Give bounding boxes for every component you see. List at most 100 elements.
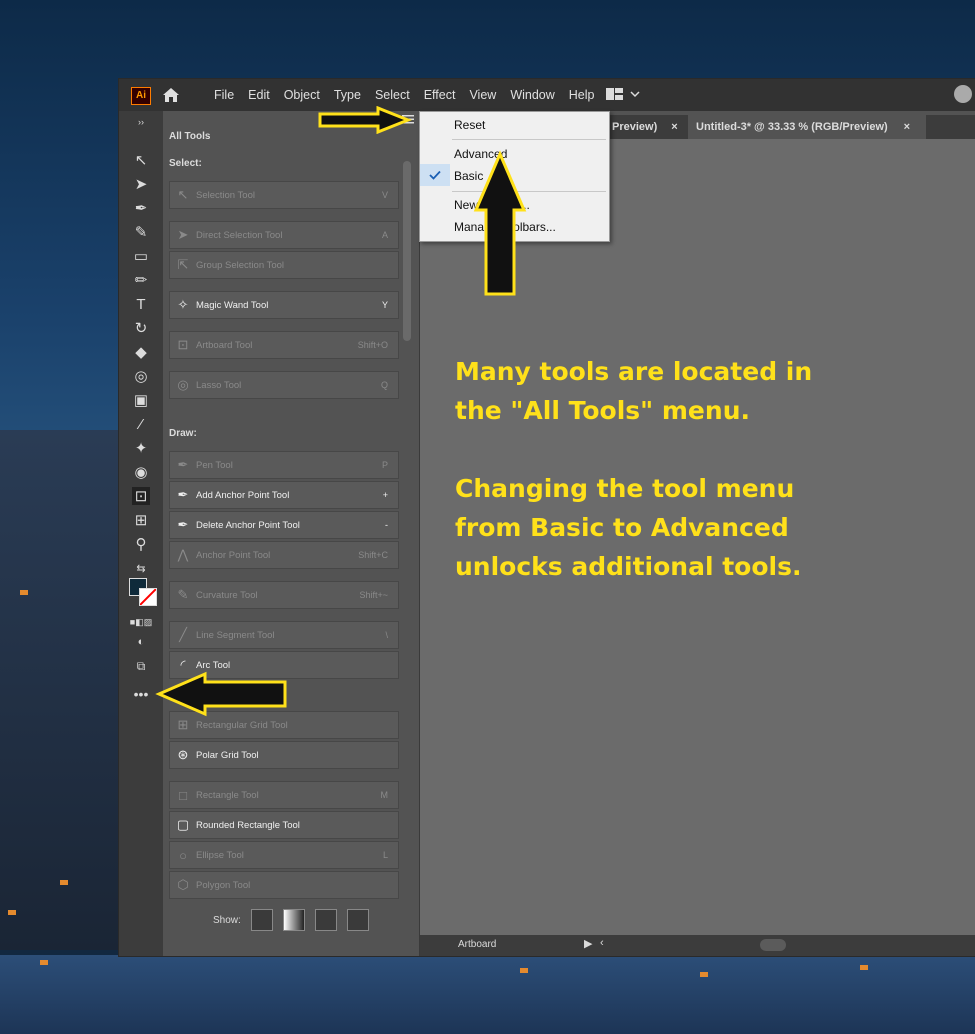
pencil-tool-icon[interactable]: ✏	[132, 271, 150, 289]
annotation-line: from Basic to Advanced	[455, 513, 789, 542]
menu-window[interactable]: Window	[503, 88, 561, 102]
lasso-tool-icon[interactable]: ◎	[132, 367, 150, 385]
shape-builder-tool-icon[interactable]: ◉	[132, 463, 150, 481]
tool-row[interactable]: ✒ Add Anchor Point Tool +	[169, 481, 399, 509]
color-mode-icons[interactable]: ■◧▨	[130, 613, 152, 631]
tool-row[interactable]: ⊛ Polar Grid Tool	[169, 741, 399, 769]
eyedropper-tool-icon[interactable]: ⁄	[132, 415, 150, 433]
annotation-line: Many tools are located in	[455, 357, 813, 386]
menu-effect[interactable]: Effect	[417, 88, 463, 102]
group-selection-icon: ⇱	[177, 257, 189, 272]
menu-object[interactable]: Object	[277, 88, 327, 102]
city-light	[40, 960, 48, 965]
menu-file[interactable]: File	[207, 88, 241, 102]
blend-tool-icon[interactable]: ✦	[132, 439, 150, 457]
all-tools-panel: All Tools Select: Draw: ↖ Selection Tool V…	[163, 111, 420, 956]
tab-label: Untitled-3* @ 33.33 % (RGB/Preview)	[696, 121, 888, 133]
gradient-tool-icon[interactable]: ▣	[132, 391, 150, 409]
tool-shortcut: P	[381, 460, 388, 470]
menu-select[interactable]: Select	[368, 88, 417, 102]
checked-highlight	[420, 164, 450, 186]
menu-edit[interactable]: Edit	[241, 88, 277, 102]
city-light	[8, 910, 16, 915]
chevron-left-icon[interactable]: ‹	[600, 937, 604, 949]
tool-name: Line Segment Tool	[196, 629, 275, 641]
menu-help[interactable]: Help	[562, 88, 602, 102]
tool-row[interactable]: ✧ Magic Wand Tool Y	[169, 291, 399, 319]
eraser-tool-icon[interactable]: ◆	[132, 343, 150, 361]
scroll-thumb[interactable]	[403, 161, 411, 341]
tool-row[interactable]: ▢ Rounded Rectangle Tool	[169, 811, 399, 839]
rectangle-tool-icon[interactable]: ▭	[132, 247, 150, 265]
tool-row: □ Rectangle Tool M	[169, 781, 399, 809]
tool-name: Polar Grid Tool	[196, 749, 259, 761]
zoom-tool-icon[interactable]: ⚲	[132, 535, 150, 553]
play-icon[interactable]: ▶	[584, 937, 592, 950]
add-anchor-icon: ✒	[177, 487, 189, 502]
toolbar-strip: ›› ↖ ➤ ✒ ✎ ▭ ✏ T ↻ ◆ ◎ ▣ ⁄ ✦ ◉ ⊡ ⊞ ⚲ ⇆ ■…	[119, 111, 164, 956]
tool-name: Add Anchor Point Tool	[196, 489, 290, 501]
show-screen-modes-button[interactable]	[346, 909, 369, 931]
section-draw-label: Draw:	[169, 428, 197, 439]
annotation-line: Changing the tool menu	[455, 474, 795, 503]
tool-shortcut: Shift+~	[359, 590, 388, 600]
menu-type[interactable]: Type	[327, 88, 368, 102]
status-bar: Artboard ▶ ‹	[420, 935, 975, 956]
workspace-switcher-icon[interactable]	[606, 87, 642, 103]
annotation-text: Many tools are located in the "All Tools…	[455, 352, 812, 586]
screen-mode-icon[interactable]: ⧉	[132, 657, 150, 675]
show-fill-stroke-button[interactable]	[250, 909, 273, 931]
tab-previous-document[interactable]: Preview) ×	[608, 115, 690, 139]
tool-row: ⇱ Group Selection Tool	[169, 251, 399, 279]
tool-shortcut: Shift+O	[357, 340, 388, 350]
rotate-tool-icon[interactable]: ↻	[132, 319, 150, 337]
stroke-color-swatch[interactable]	[139, 588, 157, 606]
tool-name: Artboard Tool	[196, 339, 253, 351]
swap-colors-icon[interactable]: ⇆	[132, 559, 150, 577]
tool-shortcut: -	[385, 520, 388, 530]
curvature-tool-icon[interactable]: ✎	[132, 223, 150, 241]
tab-untitled-3[interactable]: Untitled-3* @ 33.33 % (RGB/Preview) ×	[688, 115, 926, 139]
selection-icon: ↖	[177, 187, 189, 202]
selection-tool-icon[interactable]: ↖	[132, 151, 150, 169]
menu-item-reset[interactable]: Reset	[454, 118, 485, 132]
horizontal-scrollbar[interactable]	[760, 939, 786, 951]
direct-selection-tool-icon[interactable]: ➤	[132, 175, 150, 193]
tool-row[interactable]: ✒ Delete Anchor Point Tool -	[169, 511, 399, 539]
edit-toolbar-more-icon[interactable]: •••	[132, 685, 150, 703]
city-light	[860, 965, 868, 970]
show-draw-modes-button[interactable]	[314, 909, 337, 931]
user-profile-icon[interactable]	[954, 85, 972, 103]
ellipse-icon: ○	[179, 847, 187, 863]
tool-name: Group Selection Tool	[196, 259, 285, 271]
tool-name: Magic Wand Tool	[196, 299, 269, 311]
type-tool-icon[interactable]: T	[132, 295, 150, 313]
tool-shortcut: Shift+C	[358, 550, 388, 560]
draw-mode-icon[interactable]: ◐	[132, 633, 150, 651]
section-select-label: Select:	[169, 158, 202, 169]
close-icon[interactable]: ×	[671, 121, 677, 133]
collapse-toolbar-icon[interactable]: ››	[132, 113, 150, 131]
tool-name: Curvature Tool	[196, 589, 258, 601]
annotation-line: unlocks additional tools.	[455, 552, 802, 581]
artboard-tool-icon[interactable]: ⊡	[132, 487, 150, 505]
app-logo: Ai	[131, 87, 151, 105]
grid-tool-icon[interactable]: ⊞	[132, 511, 150, 529]
tool-name: Anchor Point Tool	[196, 549, 271, 561]
show-gradient-button[interactable]	[282, 909, 305, 931]
polygon-icon: ⬡	[177, 877, 189, 892]
tool-name: Selection Tool	[196, 189, 255, 201]
tool-shortcut: +	[382, 490, 388, 500]
home-icon[interactable]	[161, 85, 181, 105]
tool-row: ✎ Curvature Tool Shift+~	[169, 581, 399, 609]
anchor-point-icon: ⋀	[177, 547, 189, 562]
menu-view[interactable]: View	[462, 88, 503, 102]
tool-name: Direct Selection Tool	[196, 229, 283, 241]
city-light	[520, 968, 528, 973]
tool-row: ⊡ Artboard Tool Shift+O	[169, 331, 399, 359]
pen-tool-icon[interactable]: ✒	[132, 199, 150, 217]
tool-shortcut: A	[381, 230, 388, 240]
panel-scrollbar[interactable]	[403, 151, 411, 891]
close-icon[interactable]: ×	[904, 121, 910, 133]
city-light	[20, 590, 28, 595]
